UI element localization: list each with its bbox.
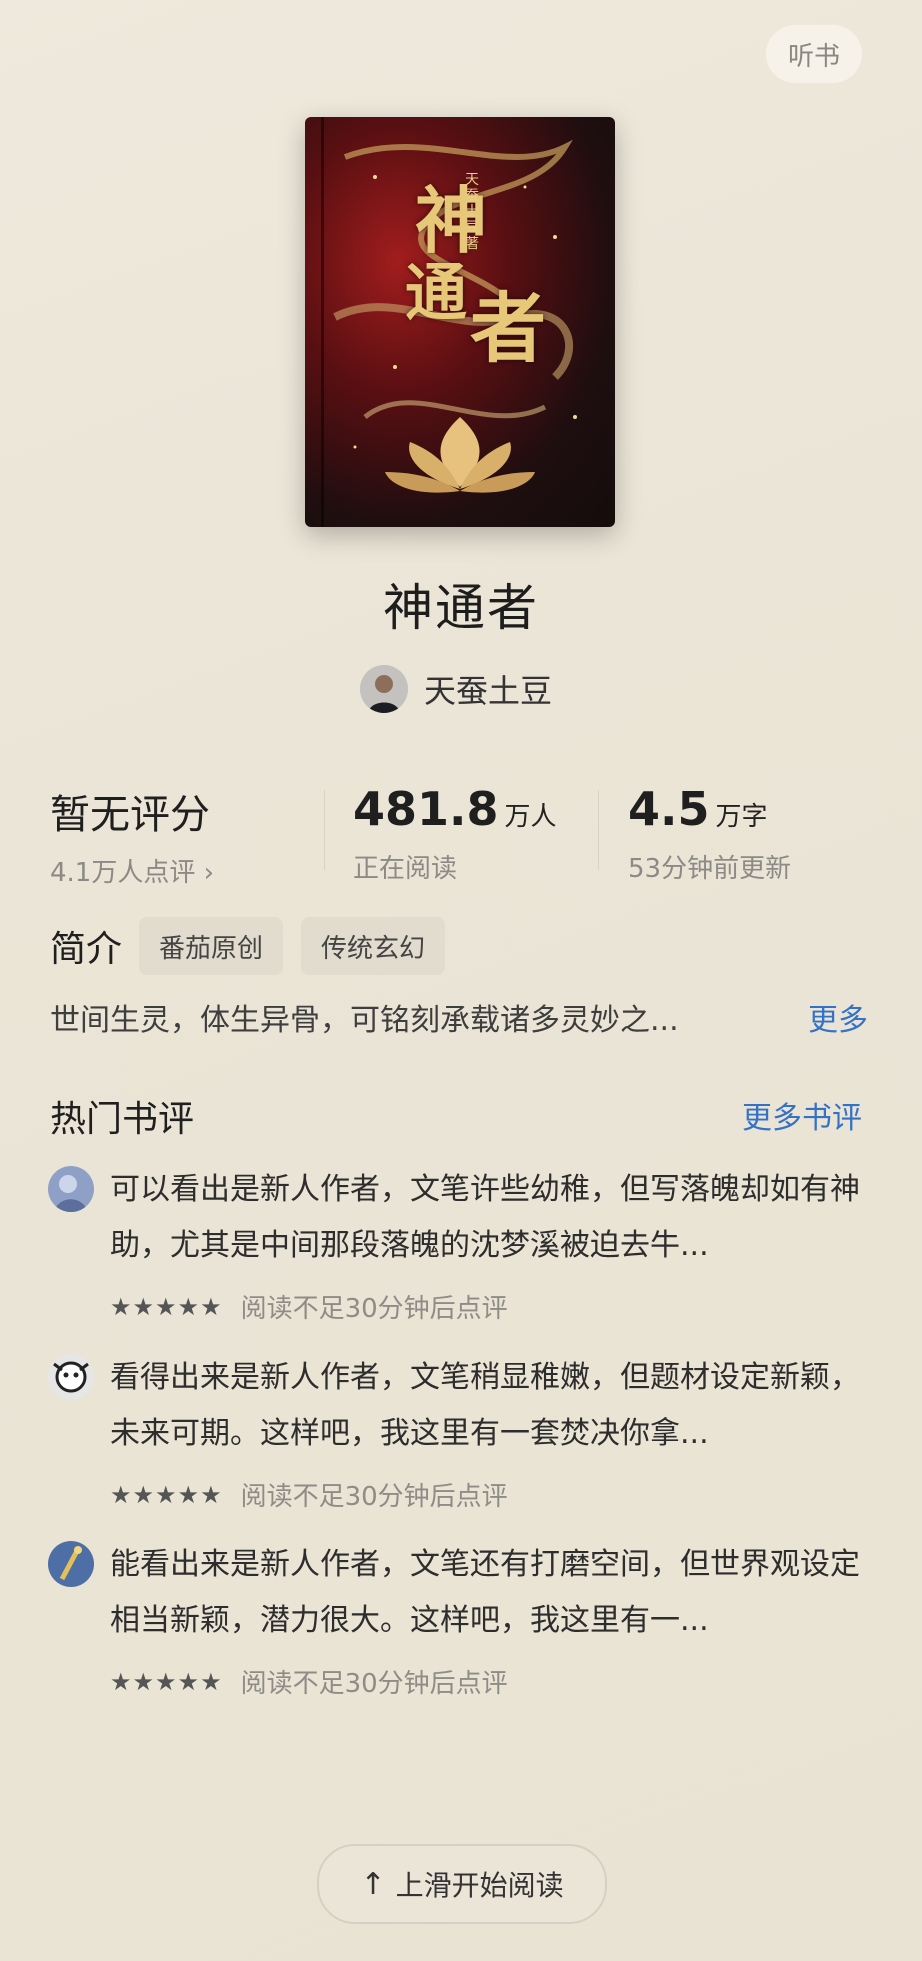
readers-unit: 万人: [504, 802, 557, 832]
star-rating: ★★★★★: [110, 1667, 223, 1696]
readers-label: 正在阅读: [353, 854, 458, 884]
author-name[interactable]: 天蚕土豆: [424, 666, 552, 712]
tag-genre[interactable]: 传统玄幻: [301, 917, 446, 975]
hot-reviews-heading: 热门书评: [50, 1099, 195, 1140]
review-text: 看得出来是新人作者，文笔稍显稚嫩，但题材设定新颖，未来可期。这样吧，我这里有一套…: [110, 1360, 860, 1451]
reviewer-avatar[interactable]: [48, 1541, 94, 1587]
stat-divider: [324, 790, 325, 870]
review-note: 阅读不足30分钟后点评: [240, 1669, 508, 1699]
cover-spine: [321, 117, 324, 527]
star-rating: ★★★★★: [110, 1292, 223, 1321]
intro-text[interactable]: 世间生灵，体生异骨，可铭刻承载诸多灵妙之...: [50, 995, 770, 1039]
review-note: 阅读不足30分钟后点评: [240, 1482, 508, 1512]
review-item[interactable]: 看得出来是新人作者，文笔稍显稚嫩，但题材设定新颖，未来可期。这样吧，我这里有一套…: [48, 1350, 878, 1520]
rating-stat[interactable]: 暂无评分 4.1万人点评 ›: [50, 782, 214, 889]
reviewer-avatar[interactable]: [48, 1166, 94, 1212]
cover-title-char: 通: [405, 256, 468, 329]
review-item[interactable]: 能看出来是新人作者，文笔还有打磨空间，但世界观设定相当新颖，潜力很大。这样吧，我…: [48, 1537, 878, 1707]
book-cover[interactable]: 神 通 者 天蚕土豆著: [305, 117, 615, 527]
stat-divider: [598, 790, 599, 870]
listen-button[interactable]: 听书: [766, 25, 862, 83]
rating-count[interactable]: 4.1万人点评 ›: [50, 852, 214, 889]
start-reading-button[interactable]: ↑ 上滑开始阅读: [317, 1844, 607, 1924]
author-avatar[interactable]: [360, 665, 408, 713]
start-reading-label: 上滑开始阅读: [395, 1869, 564, 1902]
update-time: 53分钟前更新: [628, 854, 792, 884]
star-rating: ★★★★★: [110, 1480, 223, 1509]
review-text: 可以看出是新人作者，文笔许些幼稚，但写落魄却如有神助，尤其是中间那段落魄的沈梦溪…: [110, 1172, 860, 1263]
tag-original[interactable]: 番茄原创: [139, 917, 284, 975]
arrow-up-icon: ↑: [360, 1866, 386, 1902]
cover-author: 天蚕土豆著: [465, 172, 479, 252]
words-value: 4.5: [628, 782, 710, 836]
review-item[interactable]: 可以看出是新人作者，文笔许些幼稚，但写落魄却如有神助，尤其是中间那段落魄的沈梦溪…: [48, 1162, 878, 1332]
intro-heading: 简介: [50, 929, 123, 970]
author-row[interactable]: 天蚕土豆: [360, 664, 552, 714]
reviewer-avatar[interactable]: [48, 1354, 94, 1400]
words-stat: 4.5 万字 53分钟前更新: [628, 782, 791, 885]
book-title: 神通者: [383, 579, 539, 637]
readers-value: 481.8: [353, 782, 499, 836]
more-reviews-link[interactable]: 更多书评: [742, 1093, 862, 1137]
readers-stat: 481.8 万人 正在阅读: [353, 782, 557, 885]
cover-title-char: 者: [470, 284, 546, 373]
intro-more-link[interactable]: 更多: [808, 995, 868, 1039]
words-unit: 万字: [715, 802, 768, 832]
review-note: 阅读不足30分钟后点评: [240, 1294, 508, 1324]
rating-main: 暂无评分: [50, 792, 210, 838]
review-text: 能看出来是新人作者，文笔还有打磨空间，但世界观设定相当新颖，潜力很大。这样吧，我…: [110, 1547, 860, 1638]
